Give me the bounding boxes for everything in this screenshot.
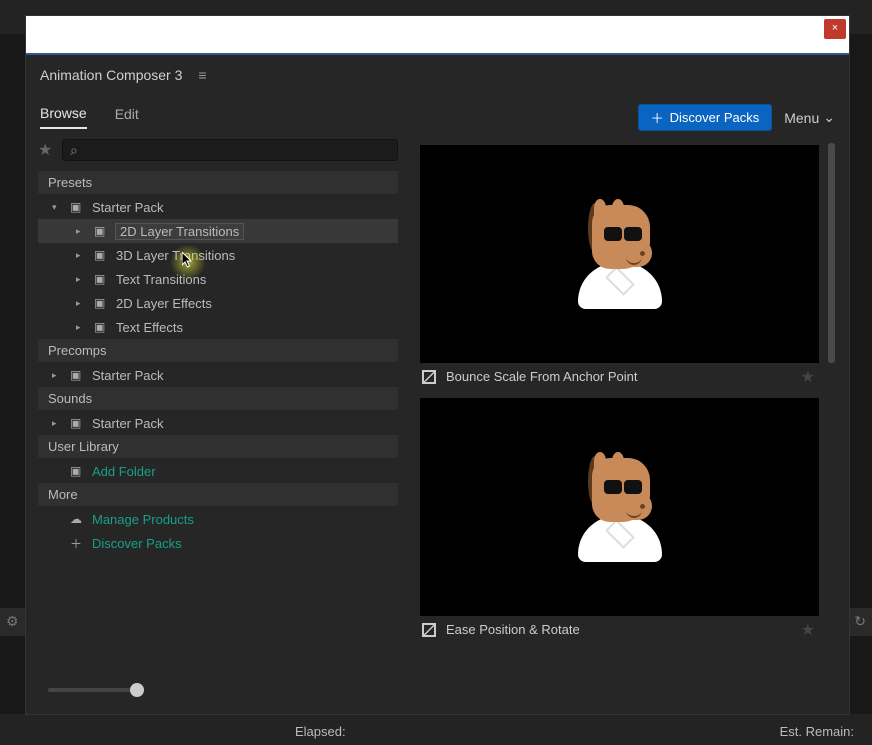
modal-window: × Animation Composer 3 ≡ Browse Edit ＋ D… xyxy=(25,15,850,715)
folder-icon: ▣ xyxy=(94,224,108,238)
tree-item-manage-products[interactable]: ☁ Manage Products xyxy=(38,507,398,531)
section-more: More xyxy=(38,483,398,507)
tree-item-3d-layer-transitions[interactable]: ▸ ▣ 3D Layer Transitions xyxy=(38,243,398,267)
chevron-right-icon: ▸ xyxy=(52,370,62,381)
gear-icon: ⚙ xyxy=(6,613,19,630)
tree-item-discover-packs[interactable]: ＋ Discover Packs xyxy=(38,531,398,555)
tree-label: 2D Layer Effects xyxy=(116,296,212,311)
folder-icon: ▣ xyxy=(70,200,84,214)
mascot-icon xyxy=(570,199,670,309)
content-scroll: Bounce Scale From Anchor Point ★ xyxy=(410,139,823,702)
folder-icon: ▣ xyxy=(70,368,84,382)
search-row: ★ xyxy=(38,139,398,161)
preset-title: Ease Position & Rotate xyxy=(446,622,580,637)
section-sounds: Sounds xyxy=(38,387,398,411)
card-footer: Bounce Scale From Anchor Point ★ xyxy=(420,363,819,390)
cloud-icon: ☁ xyxy=(70,512,84,526)
app-background: ⚙ ↻ × Animation Composer 3 ≡ Browse Edit… xyxy=(0,0,872,745)
folder-icon: ▣ xyxy=(70,416,84,430)
favorites-toggle-icon[interactable]: ★ xyxy=(38,140,56,160)
preset-title: Bounce Scale From Anchor Point xyxy=(446,369,638,384)
add-folder-icon: ▣ xyxy=(70,464,84,478)
manage-products-label: Manage Products xyxy=(92,512,194,527)
search-input[interactable] xyxy=(62,139,398,161)
panel: Animation Composer 3 ≡ Browse Edit ＋ Dis… xyxy=(26,53,849,714)
tree-item-text-effects[interactable]: ▸ ▣ Text Effects xyxy=(38,315,398,339)
panel-header: Animation Composer 3 ≡ xyxy=(26,55,849,95)
modal-titlebar: × xyxy=(26,16,849,53)
discover-packs-button[interactable]: ＋ Discover Packs xyxy=(638,104,773,131)
favorite-star-icon[interactable]: ★ xyxy=(801,367,815,387)
folder-icon: ▣ xyxy=(94,272,108,286)
tabs-right: ＋ Discover Packs Menu ⌄ xyxy=(638,104,835,131)
menu-button[interactable]: Menu ⌄ xyxy=(784,109,835,126)
plus-icon: ＋ xyxy=(651,108,664,127)
section-user-library: User Library xyxy=(38,435,398,459)
add-folder-label: Add Folder xyxy=(92,464,156,479)
tree-item-add-folder[interactable]: ▣ Add Folder xyxy=(38,459,398,483)
chevron-right-icon: ▸ xyxy=(76,298,86,309)
tab-browse[interactable]: Browse xyxy=(40,105,87,129)
scrollbar[interactable] xyxy=(828,143,835,363)
card-footer: Ease Position & Rotate ★ xyxy=(420,616,819,643)
thumbnail-size-slider[interactable] xyxy=(38,678,398,702)
section-presets: Presets xyxy=(38,171,398,195)
app-title: Animation Composer 3 xyxy=(40,67,182,83)
tree-label: Starter Pack xyxy=(92,416,164,431)
tree-label: 3D Layer Transitions xyxy=(116,248,235,263)
folder-icon: ▣ xyxy=(94,320,108,334)
body-area: ★ Presets ▾ ▣ Starter Pack ▸ ▣ xyxy=(38,139,837,702)
folder-icon: ▣ xyxy=(94,296,108,310)
tree-item-2d-layer-transitions[interactable]: ▸ ▣ 2D Layer Transitions xyxy=(38,219,398,243)
preset-type-icon xyxy=(422,623,436,637)
preset-type-icon xyxy=(422,370,436,384)
plus-icon: ＋ xyxy=(70,535,84,552)
tree-label: Text Transitions xyxy=(116,272,206,287)
remain-label: Est. Remain: xyxy=(780,724,854,739)
chevron-right-icon: ▸ xyxy=(52,418,62,429)
chevron-right-icon: ▸ xyxy=(76,322,86,333)
discover-packs-label: Discover Packs xyxy=(670,110,760,125)
tree-label: Starter Pack xyxy=(92,200,164,215)
close-button[interactable]: × xyxy=(824,19,846,39)
slider-thumb[interactable] xyxy=(130,683,144,697)
preset-card[interactable]: Ease Position & Rotate ★ xyxy=(420,398,819,643)
mascot-icon xyxy=(570,452,670,562)
tree-label: Text Effects xyxy=(116,320,183,335)
tree-item-text-transitions[interactable]: ▸ ▣ Text Transitions xyxy=(38,267,398,291)
tree-item-2d-layer-effects[interactable]: ▸ ▣ 2D Layer Effects xyxy=(38,291,398,315)
refresh-icon: ↻ xyxy=(854,613,866,630)
tree-item-starter-pack-precomps[interactable]: ▸ ▣ Starter Pack xyxy=(38,363,398,387)
tree: Presets ▾ ▣ Starter Pack ▸ ▣ 2D Layer Tr… xyxy=(38,171,398,664)
section-precomps: Precomps xyxy=(38,339,398,363)
elapsed-label: Elapsed: xyxy=(295,724,346,739)
slider-track xyxy=(48,688,138,692)
chevron-down-icon: ⌄ xyxy=(823,109,835,126)
tree-label: 2D Layer Transitions xyxy=(116,224,243,239)
folder-icon: ▣ xyxy=(94,248,108,262)
tree-item-starter-pack-sounds[interactable]: ▸ ▣ Starter Pack xyxy=(38,411,398,435)
tab-edit[interactable]: Edit xyxy=(115,106,139,128)
preset-thumbnail[interactable] xyxy=(420,145,819,363)
preset-thumbnail[interactable] xyxy=(420,398,819,616)
preset-card[interactable]: Bounce Scale From Anchor Point ★ xyxy=(420,145,819,390)
status-bar: Elapsed: Est. Remain: xyxy=(0,717,872,745)
chevron-right-icon: ▸ xyxy=(76,274,86,285)
menu-label: Menu xyxy=(784,110,819,126)
chevron-right-icon: ▸ xyxy=(76,250,86,261)
tree-label: Starter Pack xyxy=(92,368,164,383)
discover-packs-label: Discover Packs xyxy=(92,536,182,551)
tabs-row: Browse Edit ＋ Discover Packs Menu ⌄ xyxy=(26,95,849,139)
chevron-right-icon: ▸ xyxy=(76,226,86,237)
content: Bounce Scale From Anchor Point ★ xyxy=(410,139,837,702)
sidebar: ★ Presets ▾ ▣ Starter Pack ▸ ▣ xyxy=(38,139,398,702)
hamburger-icon[interactable]: ≡ xyxy=(198,67,206,83)
chevron-down-icon: ▾ xyxy=(52,202,62,213)
tree-item-starter-pack-presets[interactable]: ▾ ▣ Starter Pack xyxy=(38,195,398,219)
favorite-star-icon[interactable]: ★ xyxy=(801,620,815,640)
